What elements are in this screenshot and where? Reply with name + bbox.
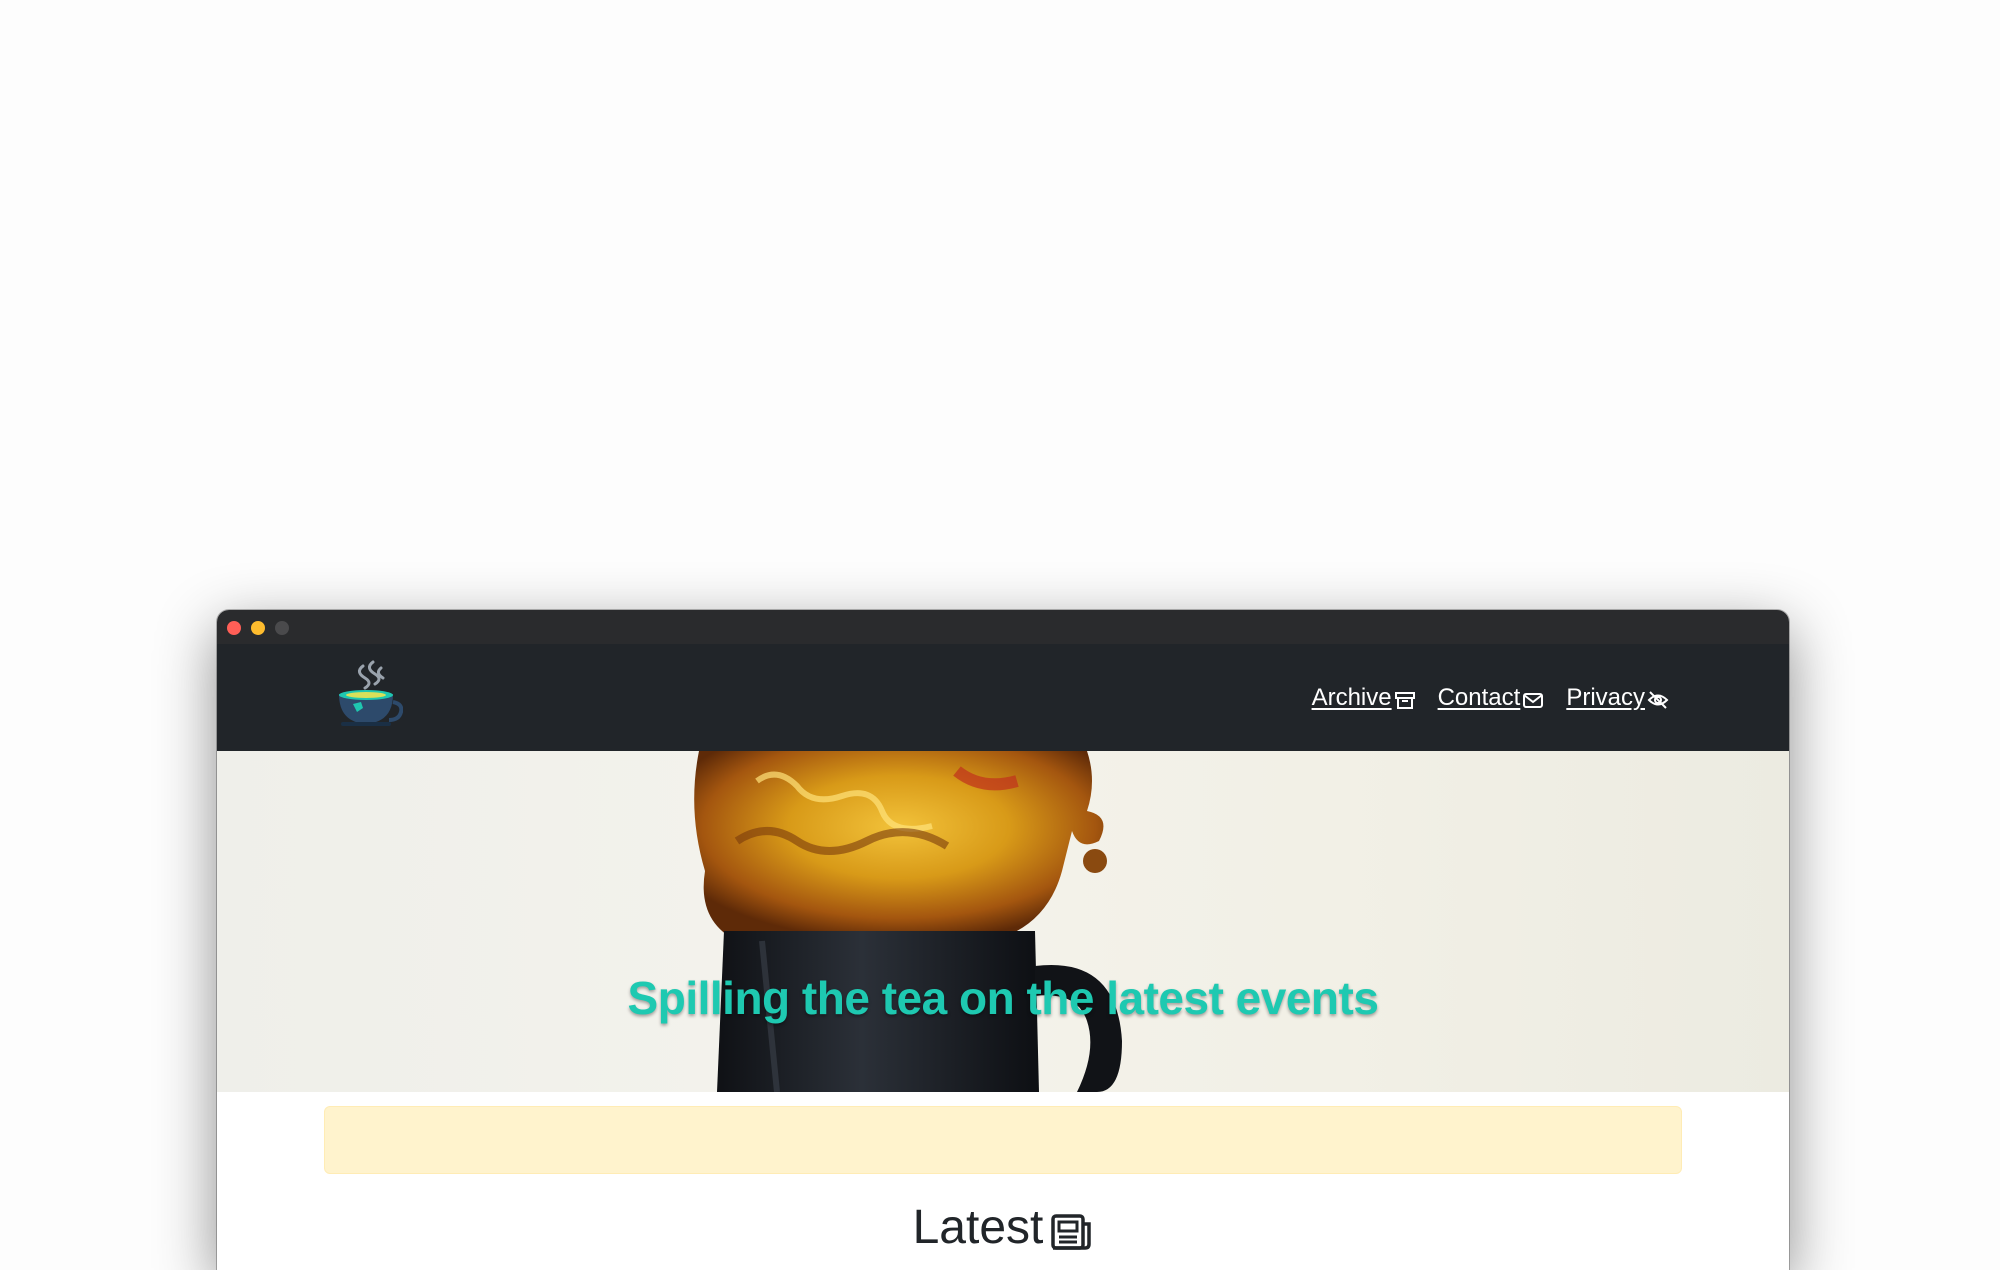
nav-link-contact[interactable]: Contact — [1438, 684, 1545, 712]
window-titlebar — [217, 610, 1789, 644]
hero-title: Spilling the tea on the latest events — [627, 972, 1379, 1024]
minimize-window-button[interactable] — [251, 621, 265, 635]
notice-alert — [324, 1106, 1682, 1174]
teacup-logo-icon[interactable] — [333, 658, 404, 730]
eye-slash-icon — [1647, 691, 1669, 709]
latest-section-heading: Latest — [217, 1200, 1789, 1255]
nav-link-privacy-label: Privacy — [1566, 684, 1645, 711]
site-navbar: Archive Contact Privacy — [217, 644, 1789, 751]
newspaper-icon — [1051, 1213, 1092, 1250]
nav-link-archive-label: Archive — [1311, 684, 1392, 711]
nav-link-contact-label: Contact — [1437, 684, 1521, 711]
latest-heading-text: Latest — [912, 1201, 1044, 1254]
hero-banner: Spilling the tea on the latest events — [217, 751, 1789, 1092]
nav-links: Archive Contact Privacy — [1312, 684, 1669, 712]
archive-icon — [1394, 692, 1415, 709]
close-window-button[interactable] — [227, 621, 241, 635]
maximize-window-button[interactable] — [275, 621, 289, 635]
nav-link-privacy[interactable]: Privacy — [1566, 684, 1669, 712]
envelope-icon — [1523, 693, 1544, 708]
nav-link-archive[interactable]: Archive — [1312, 684, 1416, 712]
browser-window: Archive Contact Privacy Spilling the tea… — [217, 610, 1789, 1270]
tea-splash-mug-image — [694, 751, 1122, 1092]
